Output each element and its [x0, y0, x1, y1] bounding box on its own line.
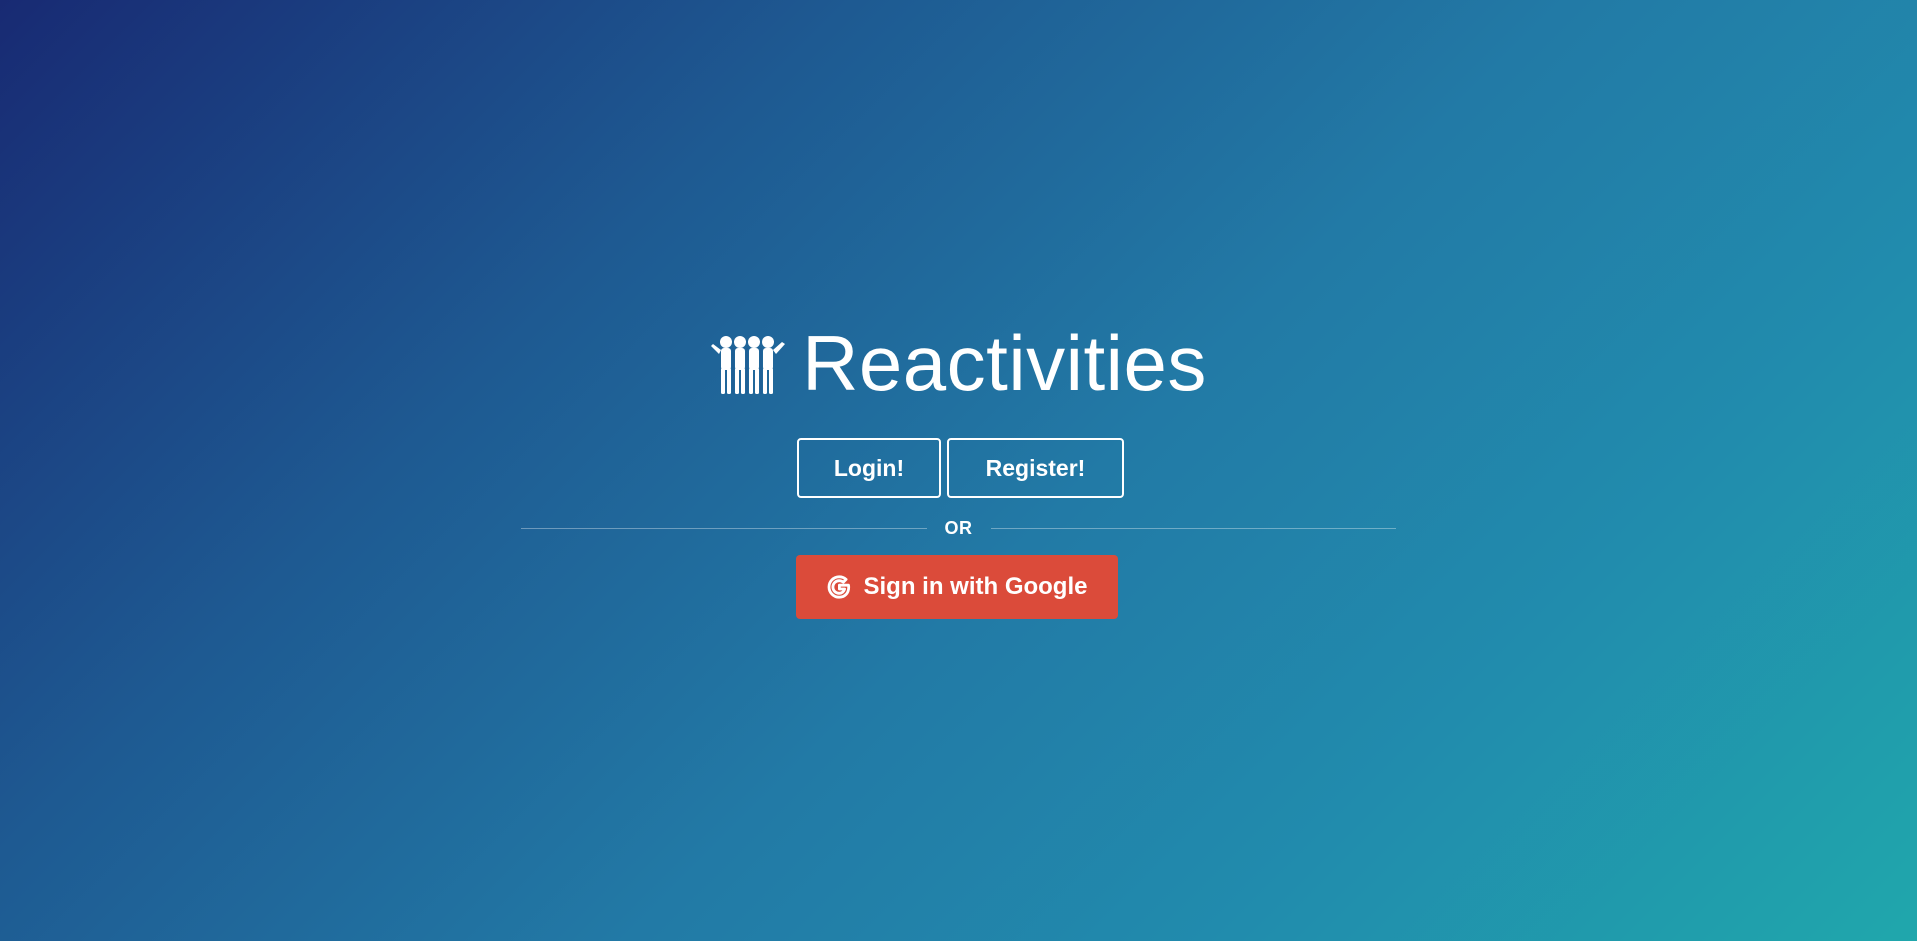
- google-icon: [826, 574, 852, 600]
- google-row: Sign in with Google: [0, 555, 1917, 619]
- google-signin-label: Sign in with Google: [863, 573, 1088, 600]
- or-divider: OR: [521, 516, 1396, 540]
- title-row: Reactivities: [0, 318, 1917, 408]
- google-signin-button[interactable]: Sign in with Google: [795, 555, 1118, 619]
- users-icon: [710, 326, 802, 401]
- divider-line-left: [521, 527, 927, 529]
- register-button[interactable]: Register!: [947, 438, 1124, 498]
- app-title: Reactivities: [802, 319, 1207, 407]
- divider-text: OR: [944, 517, 973, 538]
- divider-line-right: [990, 527, 1396, 529]
- auth-buttons: Login! Register!: [0, 438, 1917, 498]
- login-button[interactable]: Login!: [797, 438, 941, 498]
- masthead: Reactivities Login! Register! OR Sign in…: [0, 0, 1917, 941]
